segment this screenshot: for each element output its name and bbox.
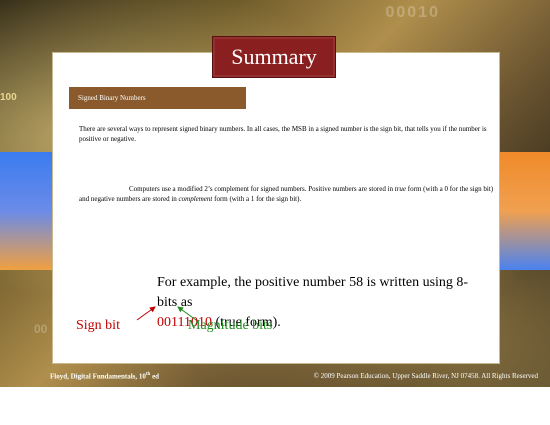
- slide-title: Summary: [231, 44, 317, 69]
- sign-bit-label: Sign bit: [76, 318, 120, 333]
- background-digits-top: 00010: [385, 4, 440, 21]
- background-digits-low: 00: [34, 322, 48, 336]
- example-line1: For example, the positive number 58 is w…: [157, 275, 469, 310]
- footer-book-main: Floyd, Digital Fundamentals, 10: [50, 372, 146, 381]
- title-box: Summary: [212, 36, 336, 78]
- section-header-label: Signed Binary Numbers: [78, 94, 146, 102]
- para2-em-true: true: [394, 185, 407, 193]
- footer-book-credit: Floyd, Digital Fundamentals, 10th ed: [50, 372, 159, 380]
- right-accent-bar: [498, 152, 550, 270]
- para2-part1: Computers use a modified 2’s complement …: [129, 185, 395, 193]
- footer-book-suffix: ed: [150, 372, 160, 381]
- footer-copyright: © 2009 Pearson Education, Upper Saddle R…: [313, 372, 538, 380]
- computers-paragraph: Computers use a modified 2’s complement …: [79, 184, 495, 204]
- intro-paragraph: There are several ways to represent sign…: [79, 125, 487, 143]
- background-digits-left: 100: [0, 92, 17, 103]
- para2-part3: form (with a 1 for the sign bit).: [212, 195, 302, 203]
- magnitude-bits-label: Magnitude bits: [188, 318, 273, 333]
- section-header: Signed Binary Numbers: [69, 87, 246, 109]
- para2-em-complement: complement: [178, 195, 213, 203]
- left-accent-bar: [0, 152, 52, 270]
